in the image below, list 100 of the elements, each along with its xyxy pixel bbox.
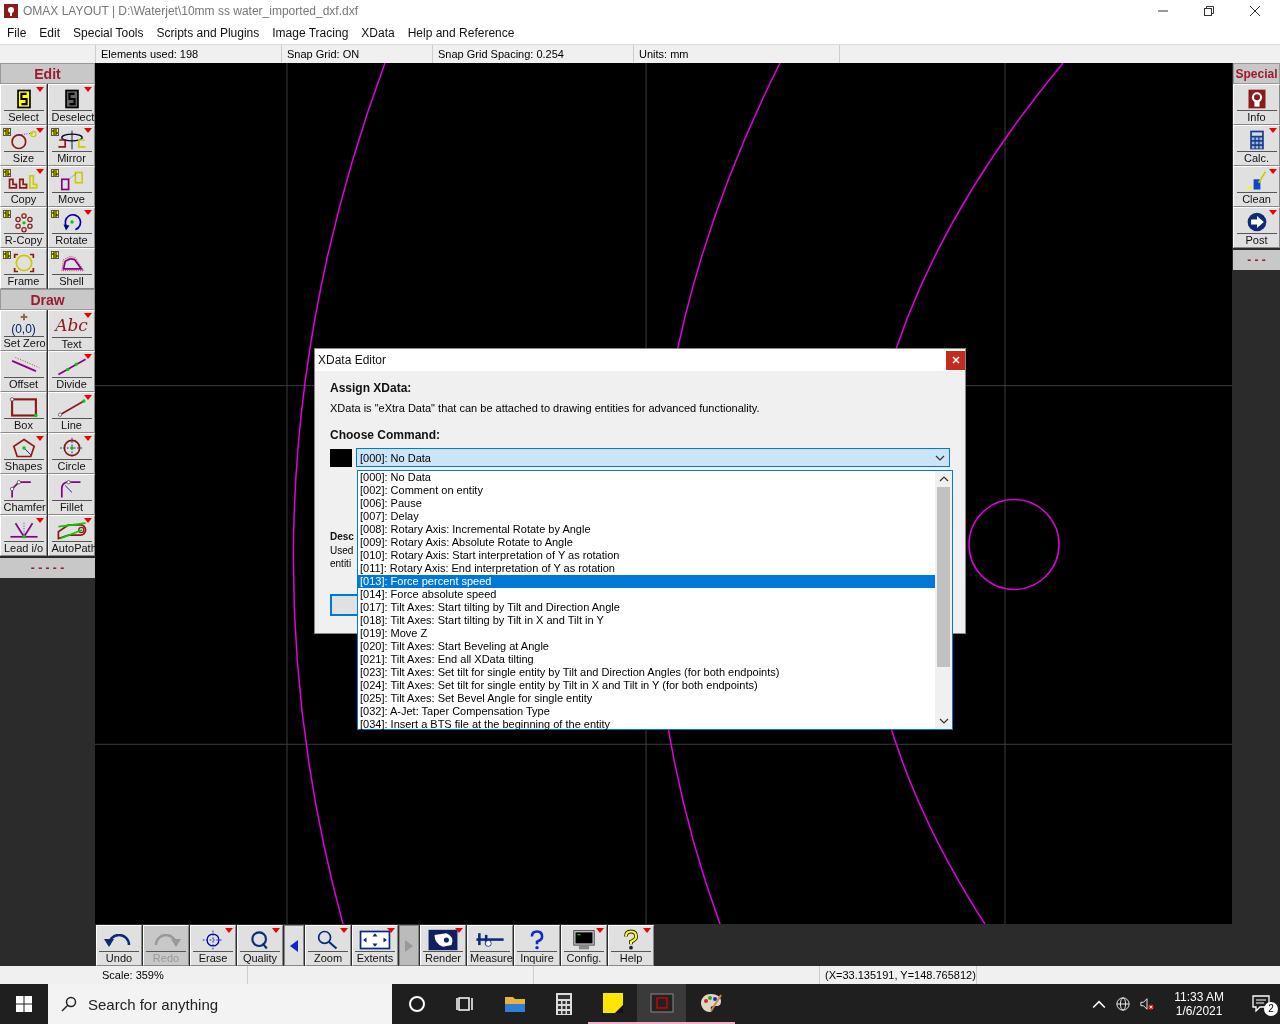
dropdown-option[interactable]: [034]: Insert a BTS file at the beginning of the entity — [358, 718, 935, 731]
tool-button[interactable]: Frame — [0, 247, 47, 289]
tool-button[interactable]: Post — [1233, 206, 1280, 248]
dropdown-option[interactable]: [014]: Force absolute speed — [358, 588, 935, 601]
tool-button[interactable]: Info — [1233, 83, 1280, 125]
field-label: Choose Command: — [330, 428, 441, 442]
tool-button[interactable]: Move — [48, 165, 95, 207]
tool-button[interactable]: Shapes — [0, 432, 47, 474]
tool-button[interactable]: Erase — [190, 925, 236, 966]
notification-button[interactable]: 2 — [1244, 984, 1280, 1024]
tool-button[interactable]: Fillet — [48, 473, 95, 515]
dropdown-option[interactable]: [023]: Tilt Axes: Set tilt for single entity by Tilt and Direction Angles (for both endpoints) — [358, 666, 935, 679]
dropdown-option[interactable]: [020]: Tilt Axes: Start Beveling at Angle — [358, 640, 935, 653]
section-header: Draw — [0, 288, 95, 310]
clock-date: 1/6/2021 — [1175, 1004, 1223, 1018]
render-icon — [426, 929, 460, 951]
menu-item[interactable]: Help and Reference — [407, 25, 515, 40]
dropdown-option[interactable]: [017]: Tilt Axes: Start tilting by Tilt and Direction Angle — [358, 601, 935, 614]
close-button[interactable] — [946, 350, 965, 370]
tool-button[interactable]: Extents — [352, 925, 398, 966]
tool-button[interactable]: Offset — [0, 350, 47, 392]
section-header: Edit — [0, 62, 95, 84]
tool-button[interactable]: Deselect — [48, 83, 95, 125]
color-swatch[interactable] — [330, 448, 352, 467]
toolbar-footer: - - - — [1233, 249, 1280, 270]
window-title: OMAX LAYOUT | D:\Waterjet\10mm ss water_imported_dxf.dxf — [23, 4, 358, 18]
tool-button[interactable]: Divide — [48, 350, 95, 392]
tool-button[interactable]: R-Copy — [0, 206, 47, 248]
tool-button[interactable]: Abc Text — [48, 309, 95, 351]
dropdown-option[interactable]: [000]: No Data — [358, 471, 935, 484]
tool-button[interactable]: Clean — [1233, 165, 1280, 207]
dropdown-option[interactable]: [009]: Rotary Axis: Absolute Rotate to Angle — [358, 536, 935, 549]
tool-button[interactable]: Lead i/o — [0, 514, 47, 556]
tool-button[interactable]: Rotate — [48, 206, 95, 248]
dialog-heading: Assign XData: — [330, 381, 413, 395]
globe-icon[interactable] — [1116, 997, 1131, 1011]
tool-button[interactable]: Calc. — [1233, 124, 1280, 166]
dropdown-option[interactable]: [021]: Tilt Axes: End all XData tilting — [358, 653, 935, 666]
clock-time: 11:33 AM — [1174, 990, 1224, 1004]
tool-button[interactable]: Line — [48, 391, 95, 433]
dropdown-option[interactable]: [011]: Rotary Axis: End interpretation of Y as rotation — [358, 562, 935, 575]
tool-button[interactable]: (0,0) Set Zero — [0, 309, 47, 351]
tool-button[interactable]: Size — [0, 124, 47, 166]
menu-item[interactable]: Edit — [39, 25, 61, 40]
tool-button[interactable]: Chamfer — [0, 473, 47, 515]
status-field: Elements used: 198 — [96, 44, 282, 63]
status-field: Units: mm — [634, 44, 840, 63]
command-dropdown[interactable]: [000]: No Data — [356, 448, 950, 467]
dropdown-option[interactable]: [018]: Tilt Axes: Start tilting by Tilt in X and Tilt in Y — [358, 614, 935, 627]
restore-icon[interactable] — [1204, 6, 1214, 16]
search-icon — [61, 996, 77, 1012]
dropdown-option[interactable]: [010]: Rotary Axis: Start interpretation of Y as rotation — [358, 549, 935, 562]
taskbar-app-button[interactable] — [637, 984, 686, 1024]
close-icon — [951, 356, 960, 364]
menu-item[interactable]: File — [7, 25, 27, 40]
dropdown-option[interactable]: [008]: Rotary Axis: Incremental Rotate by Angle — [358, 523, 935, 536]
tool-button[interactable]: Config. — [561, 925, 607, 966]
dropdown-option[interactable]: [002]: Comment on entity — [358, 484, 935, 497]
tool-button[interactable]: Shell — [48, 247, 95, 289]
tool-button[interactable]: Select — [0, 83, 47, 125]
icon-text: Abc — [55, 313, 88, 337]
right-arrow-icon — [405, 939, 413, 952]
menu-item[interactable]: Image Tracing — [272, 25, 349, 40]
speaker-muted-icon[interactable] — [1140, 997, 1155, 1011]
windows-logo-icon[interactable] — [16, 996, 32, 1012]
tool-button[interactable]: Render — [420, 925, 466, 966]
close-icon[interactable] — [1250, 6, 1260, 16]
tool-button[interactable]: Copy — [0, 165, 47, 207]
clock[interactable]: 11:33 AM 1/6/2021 — [1174, 990, 1224, 1018]
scrollbar[interactable] — [935, 471, 952, 729]
tool-button[interactable]: Mirror — [48, 124, 95, 166]
menu-item[interactable]: Special Tools — [73, 25, 144, 40]
scroll-arrow-button[interactable] — [284, 925, 304, 966]
dropdown-option[interactable]: [013]: Force percent speed — [358, 575, 935, 588]
tool-button[interactable]: Box — [0, 391, 47, 433]
tool-button[interactable]: Inquire — [514, 925, 560, 966]
caret-icon — [935, 454, 945, 461]
tool-button[interactable]: Undo — [96, 925, 142, 966]
dropdown-option[interactable]: [006]: Pause — [358, 497, 935, 510]
tool-button[interactable]: Help — [608, 925, 654, 966]
toolbar-footer: - - - - - — [0, 557, 95, 578]
scrollbar-thumb[interactable] — [937, 487, 950, 667]
dropdown-option[interactable]: [024]: Tilt Axes: Set tilt for single entity by Tilt in X and Tilt in Y (for both endpoints) — [358, 679, 935, 692]
menu-item[interactable]: XData — [361, 25, 395, 40]
search-field[interactable]: Search for anything — [48, 984, 392, 1024]
app-window-icon — [649, 991, 674, 1015]
description-text: entiti — [330, 557, 353, 570]
tool-button[interactable]: Measure — [467, 925, 513, 966]
tool-button[interactable]: Circle — [48, 432, 95, 474]
chat-bubble-icon — [1252, 995, 1272, 1013]
menu-item[interactable]: Scripts and Plugins — [156, 25, 260, 40]
dropdown-option[interactable]: [019]: Move Z — [358, 627, 935, 640]
scroll-down-icon — [938, 718, 949, 724]
dropdown-option[interactable]: [032]: A-Jet: Taper Compensation Type — [358, 705, 935, 718]
extents-icon — [358, 929, 392, 951]
dropdown-option[interactable]: [007]: Delay — [358, 510, 935, 523]
tool-button[interactable]: Quality — [237, 925, 283, 966]
dropdown-option[interactable]: [025]: Tilt Axes: Set Bevel Angle for single entity — [358, 692, 935, 705]
dialog-description: XData is "eXtra Data" that can be attached to drawing entities for advanced functionality. — [330, 402, 761, 414]
tool-button[interactable]: Zoom — [305, 925, 351, 966]
